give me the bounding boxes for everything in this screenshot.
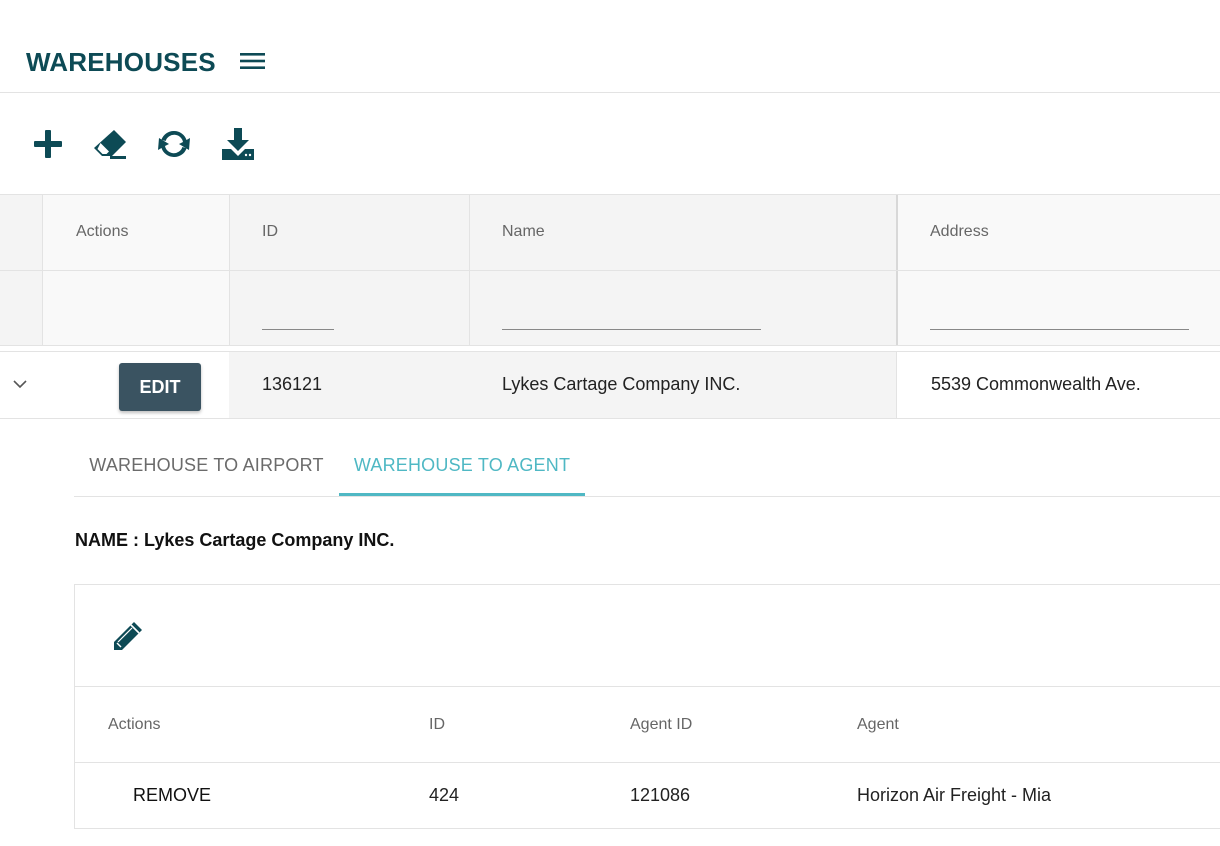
- refresh-icon[interactable]: [156, 126, 192, 162]
- address-filter-cell: [896, 271, 1220, 345]
- chevron-down-icon[interactable]: [12, 378, 28, 390]
- table-row[interactable]: REMOVE 424 121086 Horizon Air Freight - …: [75, 763, 1220, 829]
- detail-tabs: WAREHOUSE TO AIRPORT WAREHOUSE TO AGENT: [74, 437, 1220, 497]
- sub-row-agent: Horizon Air Freight - Mia: [857, 785, 1052, 805]
- warehouses-grid: Actions ID Name Address EDIT 136121 Lyke…: [0, 194, 1220, 419]
- sub-row-id: 424: [429, 785, 460, 805]
- id-filter-underline: [262, 329, 334, 330]
- grid-filter-row: [0, 271, 1220, 346]
- page-header: WAREHOUSES: [0, 0, 1220, 93]
- name-filter-underline: [502, 329, 761, 330]
- detail-name-label: NAME : Lykes Cartage Company INC.: [75, 530, 395, 550]
- sub-col-id-header[interactable]: ID: [429, 716, 445, 734]
- hamburger-menu-icon[interactable]: [240, 51, 265, 71]
- row-id-cell: 136121: [229, 352, 470, 418]
- tab-warehouse-to-agent[interactable]: WAREHOUSE TO AGENT: [339, 437, 585, 496]
- agent-subgrid: Actions ID Agent ID Agent REMOVE 424 121…: [74, 584, 1220, 829]
- table-row[interactable]: EDIT 136121 Lykes Cartage Company INC. 5…: [0, 351, 1220, 419]
- col-address-header[interactable]: Address: [896, 195, 1220, 270]
- col-id-header[interactable]: ID: [229, 195, 470, 270]
- col-actions-header: Actions: [42, 195, 230, 270]
- grid-toolbar: [0, 94, 1220, 194]
- plus-icon[interactable]: [30, 126, 66, 162]
- grid-header-row: Actions ID Name Address: [0, 194, 1220, 271]
- row-name-cell: Lykes Cartage Company INC.: [469, 352, 897, 418]
- subgrid-toolbar: [75, 585, 1220, 687]
- sub-col-actions-header: Actions: [108, 716, 161, 733]
- id-filter-input[interactable]: [262, 301, 334, 329]
- id-filter-cell: [229, 271, 470, 345]
- page-title: WAREHOUSES: [26, 47, 216, 77]
- edit-button[interactable]: EDIT: [119, 363, 201, 411]
- row-address-cell: 5539 Commonwealth Ave.: [896, 352, 1220, 418]
- col-name-header[interactable]: Name: [469, 195, 897, 270]
- pencil-icon[interactable]: [110, 620, 144, 654]
- row-actions-cell: EDIT: [42, 352, 230, 418]
- sub-col-agent-id-header[interactable]: Agent ID: [630, 716, 692, 734]
- address-filter-input[interactable]: [930, 301, 1189, 329]
- remove-button[interactable]: REMOVE: [133, 785, 211, 806]
- name-filter-input[interactable]: [502, 301, 761, 329]
- tab-warehouse-to-airport[interactable]: WAREHOUSE TO AIRPORT: [74, 437, 339, 496]
- eraser-icon[interactable]: [92, 126, 128, 162]
- sub-row-agent-id: 121086: [630, 785, 691, 805]
- download-icon[interactable]: [220, 126, 256, 162]
- subgrid-header-row: Actions ID Agent ID Agent: [75, 687, 1220, 763]
- name-filter-cell: [469, 271, 897, 345]
- address-filter-underline: [930, 329, 1189, 330]
- sub-col-agent-header[interactable]: Agent: [857, 716, 899, 734]
